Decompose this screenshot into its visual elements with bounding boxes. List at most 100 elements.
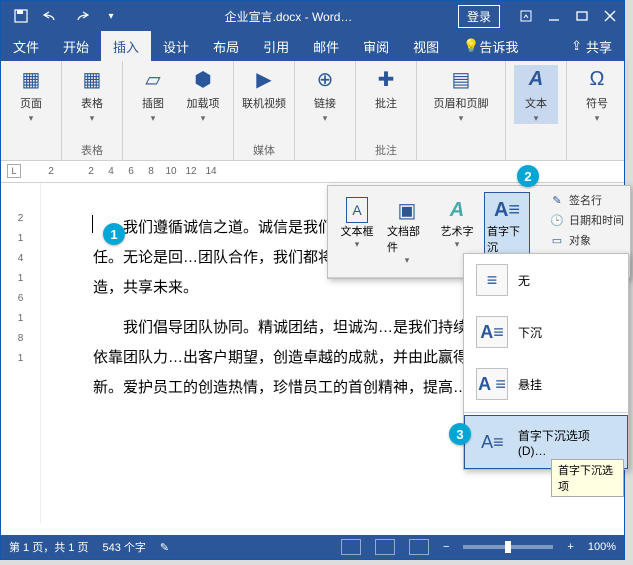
vruler-tick: 1 — [1, 353, 40, 373]
comment-icon: ✚ — [372, 65, 400, 93]
datetime-button[interactable]: 🕒日期和时间 — [549, 212, 624, 228]
group-headerfooter: ▤页眉和页脚▾ — [417, 61, 506, 160]
share-button[interactable]: ⇪共享 — [559, 31, 624, 61]
tab-insert[interactable]: 插入 — [101, 31, 151, 61]
close-icon[interactable] — [596, 2, 624, 30]
links-button[interactable]: ⊕链接▾ — [303, 65, 347, 124]
dropcap-none[interactable]: ≡无 — [464, 254, 628, 306]
ruler-tick: 14 — [201, 166, 221, 177]
filename: 企业宣言.docx — [225, 10, 302, 24]
tab-review[interactable]: 审阅 — [351, 31, 401, 61]
read-mode-icon[interactable] — [341, 539, 361, 555]
tab-layout[interactable]: 布局 — [201, 31, 251, 61]
group-text: A文本▾ — [506, 61, 567, 160]
zoom-slider[interactable] — [463, 545, 553, 549]
ctrl-label: 链接 — [314, 95, 336, 111]
object-button[interactable]: ▭对象 — [549, 232, 624, 248]
tab-home[interactable]: 开始 — [51, 31, 101, 61]
share-icon: ⇪ — [571, 38, 582, 54]
online-video-button[interactable]: ▶ 联机视频 — [242, 65, 286, 111]
login-button[interactable]: 登录 — [458, 5, 500, 28]
save-icon[interactable] — [7, 2, 35, 30]
tab-references[interactable]: 引用 — [251, 31, 301, 61]
group-label: 批注 — [375, 140, 397, 158]
tell-me[interactable]: 💡 告诉我 — [451, 31, 530, 61]
page-icon: ▦ — [17, 65, 45, 93]
group-media: ▶联机视频 媒体 — [234, 61, 295, 160]
dropcap-options-icon: A≡ — [477, 426, 508, 458]
maximize-icon[interactable] — [568, 2, 596, 30]
ctrl-label: 页面 — [20, 95, 42, 111]
vertical-ruler[interactable]: 2 1 4 1 6 1 8 1 — [1, 183, 41, 523]
signature-line-button[interactable]: ✎签名行 — [549, 192, 624, 208]
web-layout-icon[interactable] — [409, 539, 429, 555]
ctrl-label: 表格 — [81, 95, 103, 111]
window-title: 企业宣言.docx - Word… — [131, 8, 446, 25]
opt-label: 悬挂 — [518, 376, 542, 393]
wordart-icon: A — [450, 197, 464, 223]
redo-icon[interactable] — [67, 2, 95, 30]
ruler-tick: 2 — [81, 166, 101, 177]
zoom-in-icon[interactable]: + — [567, 541, 573, 553]
group-table: ▦表格▾ 表格 — [62, 61, 123, 160]
zoom-thumb[interactable] — [505, 541, 511, 553]
word-count[interactable]: 543 个字 — [102, 539, 145, 555]
object-icon: ▭ — [549, 232, 565, 248]
quickparts-button[interactable]: ▣文档部件▾ — [384, 192, 430, 271]
group-comments: ✚批注 批注 — [356, 61, 417, 160]
ribbon-options-icon[interactable] — [512, 2, 540, 30]
tab-view[interactable]: 视图 — [401, 31, 451, 61]
app-name: Word… — [312, 10, 352, 24]
ctrl-label: 页眉和页脚 — [434, 95, 489, 111]
qat-customize-icon[interactable]: ▾ — [97, 2, 125, 30]
tooltip: 首字下沉选项 — [551, 459, 624, 497]
comments-button[interactable]: ✚批注 — [364, 65, 408, 111]
zoom-out-icon[interactable]: − — [443, 541, 449, 553]
ruler-tick: 8 — [141, 166, 161, 177]
symbols-button[interactable]: Ω符号▾ — [575, 65, 619, 124]
undo-icon[interactable] — [37, 2, 65, 30]
callout-3: 3 — [449, 423, 471, 445]
text-button[interactable]: A文本▾ — [514, 65, 558, 124]
table-button[interactable]: ▦表格▾ — [70, 65, 114, 124]
shapes-icon: ▱ — [139, 65, 167, 93]
opt-label: 下沉 — [518, 324, 542, 341]
opt-label: 首字下沉选项(D)… — [518, 427, 615, 458]
datetime-icon: 🕒 — [549, 212, 565, 228]
tab-selector[interactable]: L — [7, 164, 21, 178]
text-icon: A — [522, 65, 550, 93]
app-window: ▾ 企业宣言.docx - Word… 登录 文件 开始 插入 设计 布局 引用… — [0, 0, 625, 560]
proofing-icon[interactable]: ✎ — [160, 541, 169, 554]
video-icon: ▶ — [250, 65, 278, 93]
opt-label: 无 — [518, 272, 530, 289]
vruler-tick: 1 — [1, 313, 40, 333]
vruler-tick: 1 — [1, 233, 40, 253]
minimize-icon[interactable] — [540, 2, 568, 30]
tab-file[interactable]: 文件 — [1, 31, 51, 61]
tab-mailings[interactable]: 邮件 — [301, 31, 351, 61]
textbox-button[interactable]: A文本框▾ — [334, 192, 380, 271]
ctrl-label: 符号 — [586, 95, 608, 111]
headerfooter-button[interactable]: ▤页眉和页脚▾ — [425, 65, 497, 124]
page-count[interactable]: 第 1 页，共 1 页 — [9, 539, 88, 555]
parts-icon: ▣ — [398, 197, 417, 223]
ctrl-label: 联机视频 — [242, 95, 286, 111]
title-bar: ▾ 企业宣言.docx - Word… 登录 — [1, 1, 624, 31]
window-controls — [512, 2, 624, 30]
addins-button[interactable]: ⬢加载项▾ — [181, 65, 225, 124]
illustrations-button[interactable]: ▱插图▾ — [131, 65, 175, 124]
dropcap-icon: A≡ — [494, 197, 520, 223]
dropcap-margin[interactable]: A ≡悬挂 — [464, 358, 628, 410]
zoom-level[interactable]: 100% — [588, 541, 616, 553]
dropcap-dropped[interactable]: A≡下沉 — [464, 306, 628, 358]
vruler-tick: 6 — [1, 293, 40, 313]
side-label: 签名行 — [569, 192, 602, 208]
group-links: ⊕链接▾ — [295, 61, 356, 160]
tab-design[interactable]: 设计 — [151, 31, 201, 61]
header-icon: ▤ — [447, 65, 475, 93]
vruler-tick: 2 — [1, 213, 40, 233]
textbox-icon: A — [346, 197, 368, 223]
pages-button[interactable]: ▦页面▾ — [9, 65, 53, 124]
tell-me-label: 告诉我 — [479, 37, 518, 56]
print-layout-icon[interactable] — [375, 539, 395, 555]
